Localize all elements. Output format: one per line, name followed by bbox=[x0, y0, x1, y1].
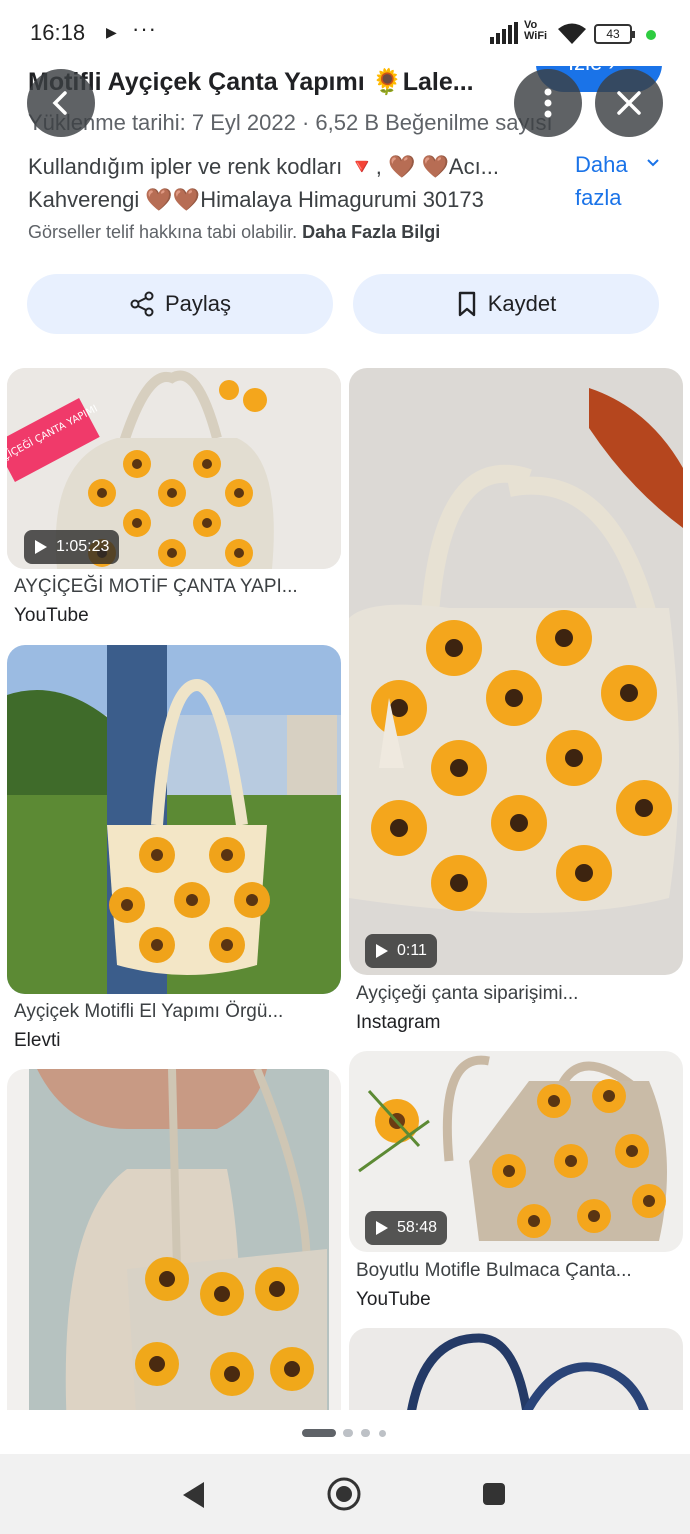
play-icon bbox=[35, 540, 47, 554]
wifi-icon bbox=[558, 23, 586, 44]
page-title: Motifli Ayçiçek Çanta Yapımı 🌻Lale... bbox=[28, 68, 474, 96]
copyright-notice: Görseller telif hakkına tabi olabilir. D… bbox=[28, 222, 441, 242]
description-line: Kullandığım ipler ve renk kodları 🔻, 🤎 🤎… bbox=[28, 154, 500, 179]
nav-recents-icon[interactable] bbox=[482, 1482, 506, 1506]
system-nav-bar bbox=[0, 1454, 690, 1534]
page-dot[interactable] bbox=[361, 1429, 370, 1437]
media-play-icon: ▶ bbox=[106, 24, 117, 40]
show-more-link[interactable]: Daha fazla bbox=[575, 148, 628, 214]
result-title[interactable]: Ayçiçeği çanta siparişimi... bbox=[356, 983, 578, 1005]
bag-image bbox=[7, 1069, 341, 1429]
description: Kullandığım ipler ve renk kodları 🔻, 🤎 🤎… bbox=[28, 150, 568, 216]
duration-badge: 1:05:23 bbox=[24, 530, 120, 564]
description-line: Kahverengi 🤎🤎Himalaya Himagurumi 30173 bbox=[28, 187, 484, 212]
bag-image bbox=[349, 368, 683, 975]
learn-more-link[interactable]: Daha Fazla Bilgi bbox=[302, 222, 440, 242]
clock: 16:18 bbox=[30, 20, 86, 45]
bookmark-icon bbox=[458, 291, 475, 317]
more-notifications-icon: ··· bbox=[132, 16, 157, 41]
duration-badge: 0:11 bbox=[365, 934, 437, 968]
result-title[interactable]: Ayçiçek Motifli El Yapımı Örgü... bbox=[14, 1001, 283, 1023]
close-button[interactable] bbox=[595, 69, 663, 137]
signal-icon bbox=[490, 22, 518, 44]
video-meta: Yüklenme tarihi: 7 Eyl 2022 · 6,52 B Beğ… bbox=[28, 110, 553, 135]
result-title[interactable]: AYÇİÇEĞİ MOTİF ÇANTA YAPI... bbox=[14, 576, 298, 598]
vowifi-icon: Vo WiFi bbox=[524, 19, 548, 42]
result-thumbnail[interactable]: 58:48 bbox=[349, 1051, 683, 1252]
more-options-button[interactable] bbox=[514, 69, 582, 137]
share-button[interactable]: Paylaş bbox=[27, 274, 333, 334]
nav-home-icon[interactable] bbox=[326, 1476, 362, 1512]
save-button[interactable]: Kaydet bbox=[353, 274, 659, 334]
play-icon bbox=[376, 1221, 388, 1235]
back-button[interactable] bbox=[27, 69, 95, 137]
more-vert-icon bbox=[544, 88, 552, 118]
result-source: Elevti bbox=[14, 1030, 61, 1051]
image-viewer-screen: 16:18 ▶ ··· VoWiFi 43 İzle › Motifli Ayç… bbox=[0, 0, 690, 1534]
page-indicator bbox=[0, 1410, 690, 1454]
result-thumbnail[interactable] bbox=[7, 645, 341, 994]
page-dot[interactable] bbox=[379, 1430, 386, 1437]
result-source: YouTube bbox=[356, 1289, 431, 1310]
close-icon bbox=[617, 91, 641, 115]
privacy-indicator-icon bbox=[646, 30, 656, 40]
share-icon bbox=[130, 291, 154, 317]
battery-icon: 43 bbox=[594, 24, 635, 44]
duration-badge: 58:48 bbox=[365, 1211, 448, 1245]
arrow-left-icon bbox=[52, 91, 67, 115]
result-thumbnail[interactable]: 0:11 bbox=[349, 368, 683, 975]
result-thumbnail[interactable]: AYÇİÇEĞİ ÇANTA YAPIMI 1:05:23 bbox=[7, 368, 341, 569]
chevron-down-icon[interactable] bbox=[645, 154, 661, 170]
page-dot-active[interactable] bbox=[302, 1429, 336, 1437]
nav-back-icon[interactable] bbox=[180, 1480, 206, 1510]
page-dot[interactable] bbox=[343, 1429, 353, 1437]
result-source: YouTube bbox=[14, 605, 89, 626]
result-title[interactable]: Boyutlu Motifle Bulmaca Çanta... bbox=[356, 1260, 632, 1282]
play-icon bbox=[376, 944, 388, 958]
result-thumbnail[interactable] bbox=[7, 1069, 341, 1429]
result-source: Instagram bbox=[356, 1012, 441, 1033]
bag-image bbox=[7, 645, 341, 994]
status-bar: 16:18 ▶ ··· Vo WiFi 43 bbox=[0, 0, 690, 66]
